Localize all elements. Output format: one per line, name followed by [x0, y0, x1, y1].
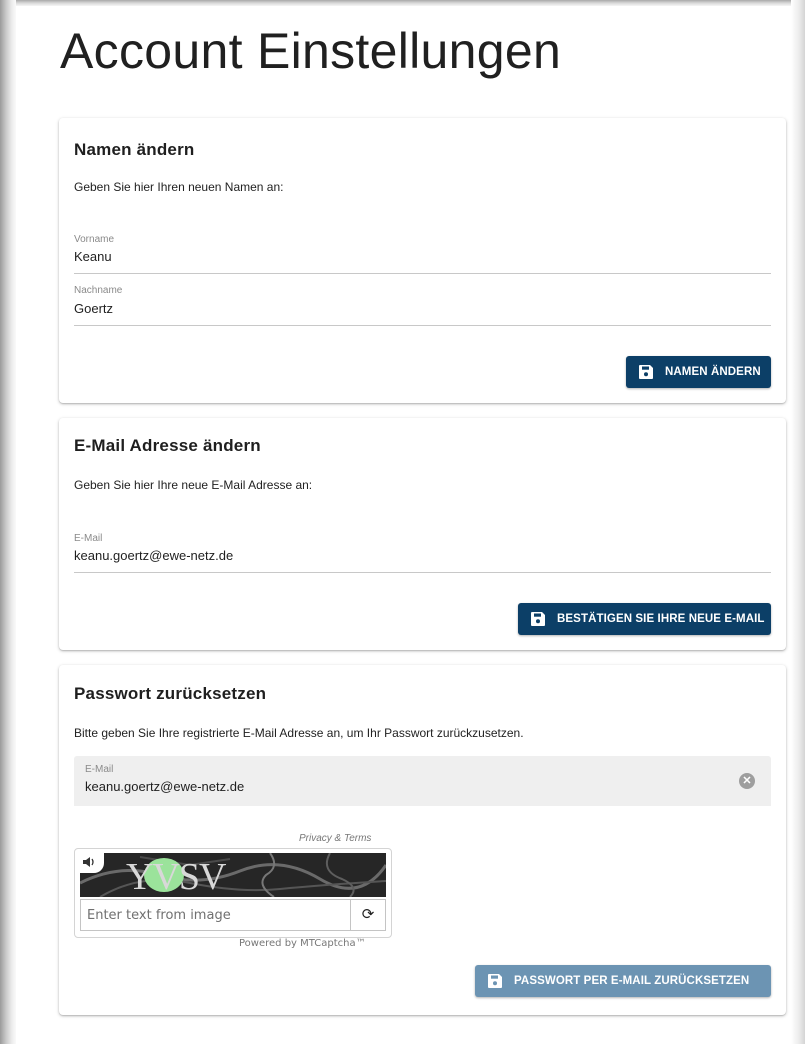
refresh-icon[interactable]: ⟳	[350, 900, 385, 930]
firstname-underline	[74, 273, 771, 274]
reset-email-field[interactable]: E-Mail keanu.goertz@ewe-netz.de ✕	[74, 756, 771, 806]
confirm-email-button[interactable]: BESTÄTIGEN SIE IHRE NEUE E-MAIL	[518, 603, 771, 635]
save-icon	[531, 612, 545, 626]
reset-email-label: E-Mail	[85, 764, 114, 775]
clear-circle-icon[interactable]: ✕	[739, 773, 755, 789]
captcha-input-wrapper: ⟳	[80, 899, 386, 931]
change-name-card: Namen ändern Geben Sie hier Ihren neuen …	[59, 118, 786, 403]
lastname-label: Nachname	[74, 285, 123, 296]
firstname-label: Vorname	[74, 234, 115, 245]
window-frame-left	[0, 0, 16, 1044]
reset-password-card: Passwort zurücksetzen Bitte geben Sie Ih…	[59, 665, 786, 1015]
email-underline	[74, 572, 771, 573]
captcha-image-text: YVSV	[126, 856, 226, 897]
save-icon	[639, 365, 653, 379]
lastname-underline	[74, 325, 771, 326]
lastname-value[interactable]: Goertz	[74, 301, 113, 316]
window-frame-right	[791, 0, 805, 1044]
speaker-icon[interactable]	[80, 853, 104, 873]
captcha-powered-by: Powered by MTCaptcha™	[239, 938, 366, 949]
page-title: Account Einstellungen	[60, 23, 562, 79]
captcha-image: YVSV	[80, 853, 386, 897]
reset-password-title: Passwort zurücksetzen	[74, 684, 267, 703]
captcha-privacy-link[interactable]: Privacy & Terms	[299, 833, 371, 844]
captcha-widget: YVSV ⟳	[74, 848, 392, 938]
reset-password-button-label: PASSWORT PER E-MAIL ZURÜCKSETZEN	[514, 975, 750, 987]
confirm-email-button-label: BESTÄTIGEN SIE IHRE NEUE E-MAIL	[557, 613, 765, 625]
firstname-field[interactable]: Vorname Keanu	[74, 233, 771, 275]
change-name-button[interactable]: NAMEN ÄNDERN	[626, 356, 771, 388]
email-field[interactable]: E-Mail keanu.goertz@ewe-netz.de	[74, 533, 771, 575]
change-name-button-label: NAMEN ÄNDERN	[665, 366, 761, 378]
change-name-description: Geben Sie hier Ihren neuen Namen an:	[74, 180, 284, 194]
reset-password-description: Bitte geben Sie Ihre registrierte E-Mail…	[74, 726, 524, 740]
window-frame-top	[0, 0, 805, 6]
email-label: E-Mail	[74, 533, 103, 544]
email-value[interactable]: keanu.goertz@ewe-netz.de	[74, 548, 233, 563]
change-name-title: Namen ändern	[74, 140, 195, 159]
reset-email-value[interactable]: keanu.goertz@ewe-netz.de	[85, 779, 244, 794]
reset-password-button[interactable]: PASSWORT PER E-MAIL ZURÜCKSETZEN	[475, 965, 771, 997]
firstname-value[interactable]: Keanu	[74, 249, 112, 264]
lastname-field[interactable]: Nachname Goertz	[74, 284, 771, 326]
captcha-input[interactable]	[81, 900, 357, 930]
change-email-title: E-Mail Adresse ändern	[74, 436, 261, 455]
change-email-description: Geben Sie hier Ihre neue E-Mail Adresse …	[74, 478, 313, 492]
save-icon	[488, 974, 502, 988]
change-email-card: E-Mail Adresse ändern Geben Sie hier Ihr…	[59, 418, 786, 650]
